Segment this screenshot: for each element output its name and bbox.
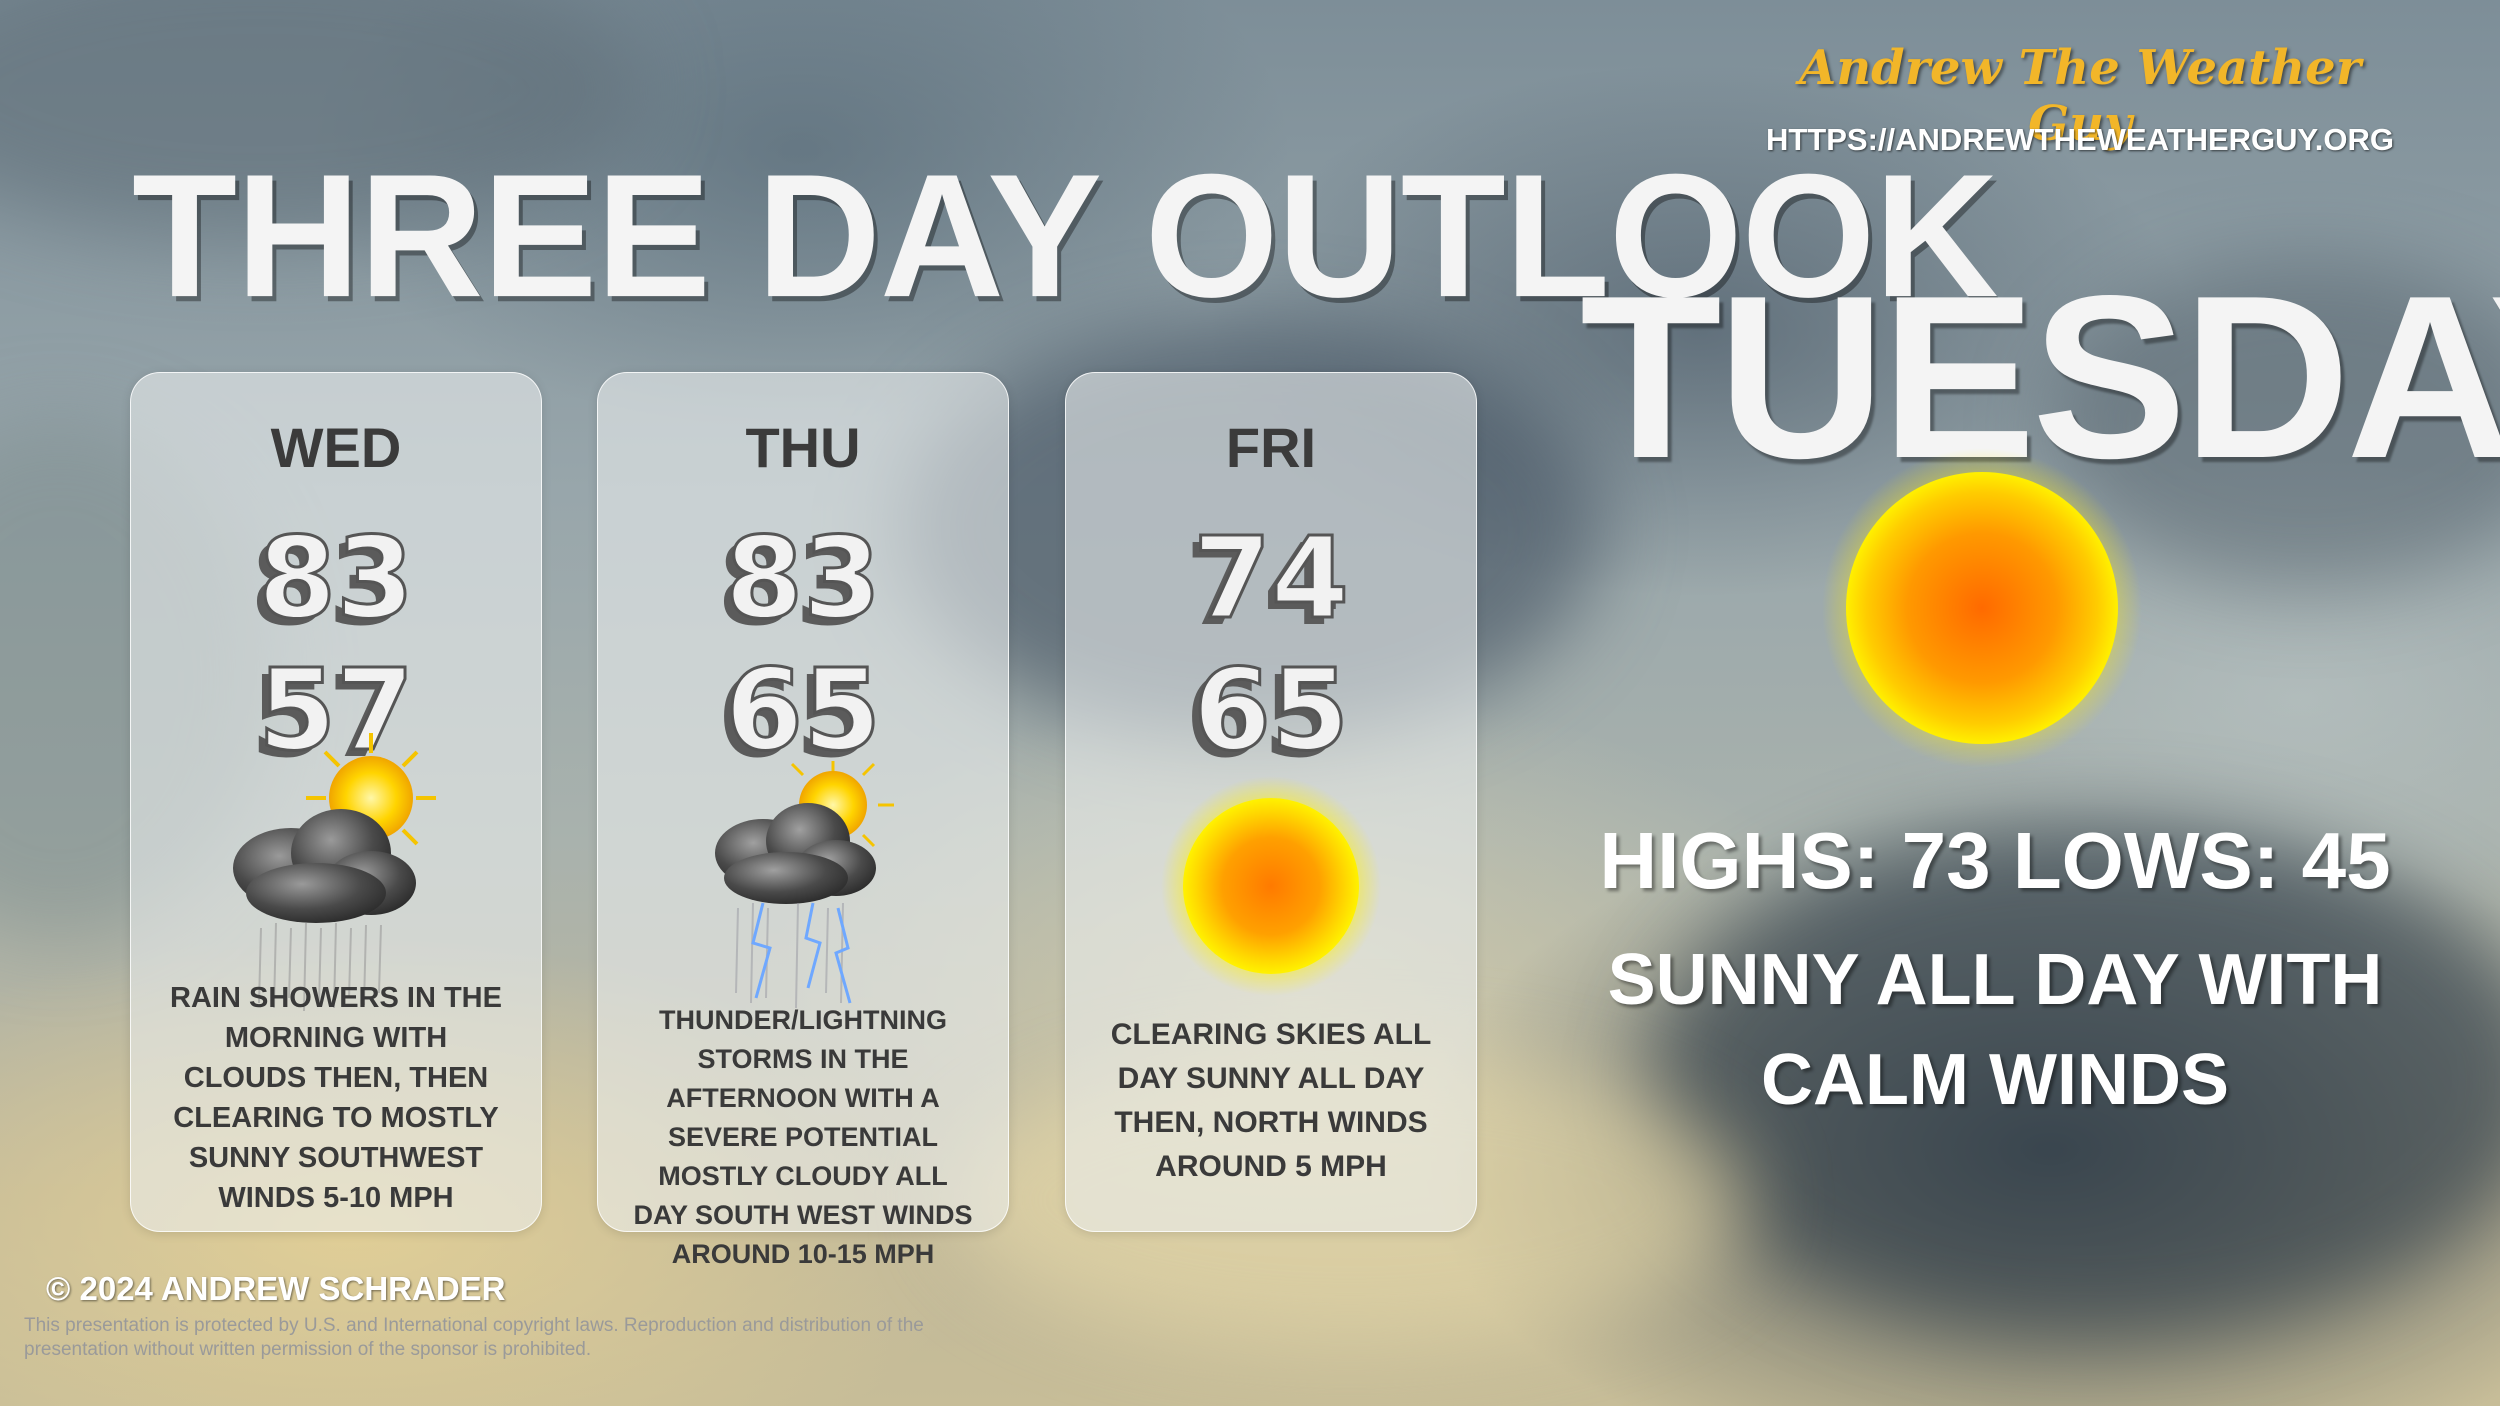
page-title: THREE DAY OUTLOOK bbox=[132, 138, 1999, 334]
day-label: WED bbox=[270, 416, 402, 479]
day-label: FRI bbox=[1225, 416, 1317, 479]
copyright-text: © 2024 ANDREW SCHRADER bbox=[46, 1270, 506, 1307]
low-temp: 65 bbox=[1192, 646, 1351, 776]
day-card-fri: FRI 74 65 Clearing skies all day sunny a… bbox=[1065, 372, 1477, 1232]
today-highs-lows: HIGHS: 73 LOWS: 45 bbox=[1599, 816, 2391, 905]
day-card-wed: WED 83 57 RAIN SHOWERS IN THE MORNING WI… bbox=[130, 372, 542, 1232]
today-summary: SUNNY ALL DAY WITH CALM WINDS bbox=[1607, 940, 2383, 1120]
disclaimer-text: This presentation is protected by U.S. a… bbox=[24, 1315, 924, 1360]
high-temp: 83 bbox=[724, 514, 883, 644]
forecast-description: Clearing skies all day sunny all day the… bbox=[1110, 1018, 1432, 1183]
forecast-description: Rain showers in the morning with clouds … bbox=[170, 982, 502, 1214]
day-card-thu: THU 83 65 THUNDER/LIGHTNING STORMS IN TH… bbox=[597, 372, 1009, 1269]
sun-icon bbox=[1161, 776, 1381, 996]
high-temp: 83 bbox=[257, 514, 416, 644]
forecast-description: Thunder/Lightning storms in the afternoo… bbox=[633, 1005, 973, 1269]
sun-cloud-storm-icon bbox=[715, 761, 894, 1009]
low-temp: 65 bbox=[724, 646, 883, 776]
sun-cloud-rain-icon bbox=[233, 733, 436, 1012]
sky-background: Andrew The Weather Guy HTTPS://ANDREWTHE… bbox=[0, 0, 2500, 1406]
sun-icon bbox=[1822, 448, 2142, 768]
day-label: THU bbox=[745, 416, 861, 479]
high-temp: 74 bbox=[1192, 514, 1351, 644]
